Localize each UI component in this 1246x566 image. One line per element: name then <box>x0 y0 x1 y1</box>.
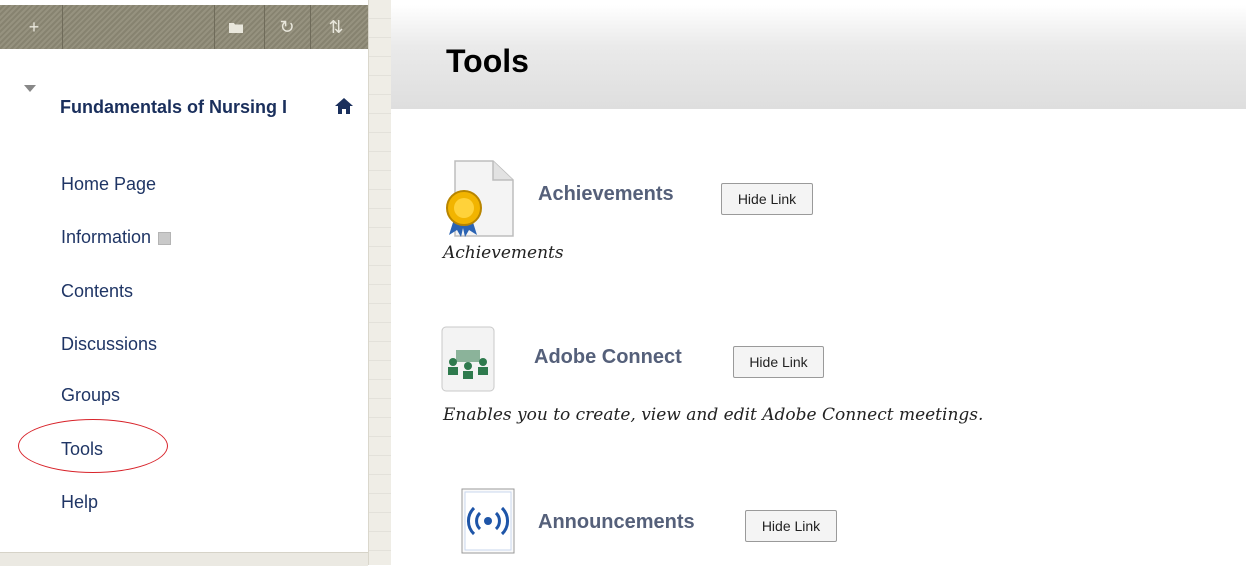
menu-item-groups[interactable]: Groups <box>61 385 120 406</box>
menu-toolbar: + ↻ ⇅ <box>0 5 368 49</box>
hide-link-button[interactable]: Hide Link <box>733 346 824 378</box>
sort-icon[interactable]: ⇅ <box>316 5 356 49</box>
empty-content-icon <box>158 231 172 245</box>
tool-name-adobe-connect[interactable]: Adobe Connect <box>534 346 682 369</box>
menu-item-home-page[interactable]: Home Page <box>61 174 156 195</box>
collapse-caret-icon[interactable] <box>24 85 36 92</box>
page-title: Tools <box>446 43 529 79</box>
adobe-connect-icon[interactable] <box>441 326 495 392</box>
menu-item-contents[interactable]: Contents <box>61 281 133 302</box>
menu-item-information[interactable]: Information <box>61 227 172 248</box>
announcements-icon[interactable] <box>461 488 515 554</box>
menu-footer <box>0 552 368 566</box>
main-content: Tools Achievements Hide Link Achievement… <box>391 0 1246 565</box>
menu-item-help[interactable]: Help <box>61 492 98 513</box>
hide-link-button[interactable]: Hide Link <box>721 183 813 215</box>
refresh-icon[interactable]: ↻ <box>267 5 307 49</box>
home-icon <box>335 98 353 114</box>
menu-body <box>0 49 368 552</box>
menu-item-label: Information <box>61 227 152 247</box>
menu-item-discussions[interactable]: Discussions <box>61 334 157 355</box>
tool-name-achievements[interactable]: Achievements <box>538 183 674 206</box>
tool-description: Achievements <box>443 243 564 263</box>
course-title[interactable]: Fundamentals of Nursing I <box>60 94 360 120</box>
course-menu: + ↻ ⇅ Fundamentals of Nursing I Home Pag… <box>0 0 380 566</box>
folder-icon[interactable] <box>216 5 256 49</box>
hide-link-button[interactable]: Hide Link <box>745 510 837 542</box>
highlight-circle <box>18 419 168 473</box>
tool-description: Enables you to create, view and edit Ado… <box>443 405 984 425</box>
achievement-ribbon-icon[interactable] <box>441 158 521 238</box>
tool-name-announcements[interactable]: Announcements <box>538 511 695 534</box>
page-header: Tools <box>391 5 1246 109</box>
plus-icon[interactable]: + <box>14 5 54 49</box>
panel-resize-handle[interactable] <box>368 0 391 565</box>
